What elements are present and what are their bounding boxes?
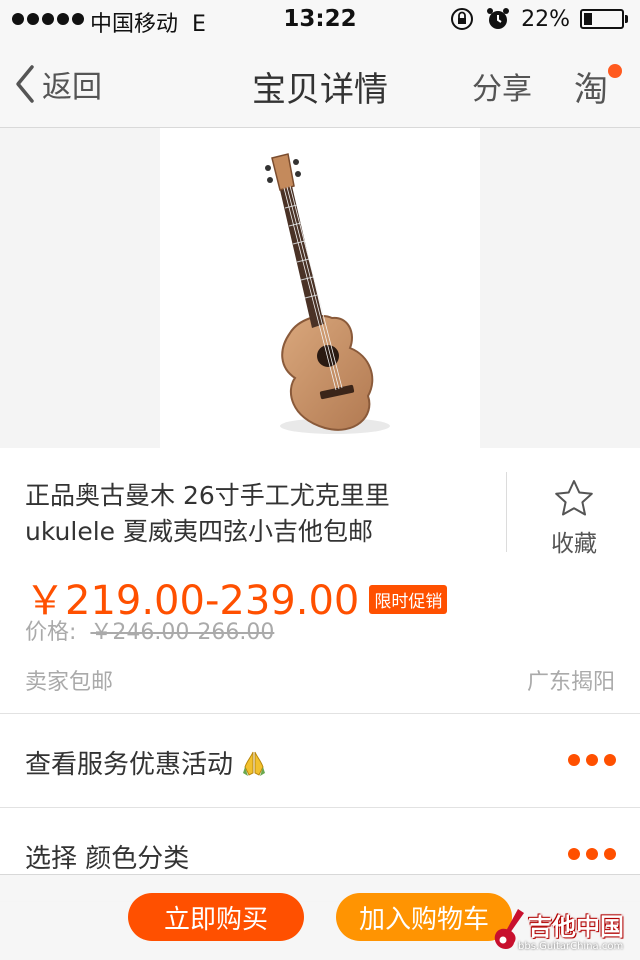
- select-color-label: 选择 颜色分类: [25, 844, 190, 874]
- original-price-row: 价格: ￥246.00-266.00: [25, 614, 274, 646]
- site-watermark: 吉他中国 bbs.GuitarChina.com: [488, 905, 638, 960]
- product-title-line1: 正品奥古曼木 26寸手工尤克里里: [25, 481, 390, 510]
- praying-hands-icon: [243, 751, 266, 776]
- services-promotions-row[interactable]: 查看服务优惠活动: [0, 714, 640, 808]
- favorite-button[interactable]: 收藏: [508, 478, 640, 558]
- product-info: 正品奥古曼木 26寸手工尤克里里 ukulele 夏威夷四弦小吉他包邮 收藏 ￥…: [0, 448, 640, 714]
- share-button[interactable]: 分享: [472, 64, 532, 108]
- watermark-title: 吉他中国: [528, 913, 624, 941]
- star-icon: [555, 480, 593, 516]
- taobao-icon: 淘: [574, 70, 608, 110]
- seller-location: 广东揭阳: [526, 670, 615, 695]
- add-to-cart-button[interactable]: 加入购物车: [336, 893, 512, 941]
- more-icon: [568, 848, 616, 860]
- favorite-label: 收藏: [551, 531, 597, 557]
- product-image[interactable]: [160, 128, 480, 448]
- original-price-label: 价格:: [25, 620, 77, 645]
- rotation-lock-icon: [451, 8, 474, 30]
- more-icon: [568, 754, 616, 766]
- alarm-clock-icon: [487, 8, 510, 29]
- battery-icon: [580, 9, 628, 29]
- battery-percent: 22%: [521, 6, 570, 32]
- product-title-line2: ukulele 夏威夷四弦小吉他包邮: [25, 517, 373, 546]
- divider: [506, 472, 507, 552]
- product-title: 正品奥古曼木 26寸手工尤克里里 ukulele 夏威夷四弦小吉他包邮: [25, 478, 495, 550]
- ukulele-image: [265, 153, 390, 434]
- watermark-url: bbs.GuitarChina.com: [518, 941, 624, 952]
- shipping-info: 卖家包邮: [25, 670, 114, 695]
- promo-badge: 限时促销: [369, 584, 448, 614]
- bottom-action-bar: 立即购买 加入购物车 吉他中国 bbs.GuitarChina.com: [0, 874, 640, 960]
- notification-dot: [608, 64, 622, 78]
- product-image-area: [0, 128, 640, 448]
- navigation-bar: 返回 宝贝详情 分享 淘: [0, 40, 640, 128]
- services-label: 查看服务优惠活动: [25, 750, 234, 780]
- status-bar: 中国移动 E 13:22 22%: [0, 0, 640, 40]
- buy-now-button[interactable]: 立即购买: [128, 893, 304, 941]
- page-title: 宝贝详情: [252, 70, 388, 110]
- taobao-home-button[interactable]: 淘: [574, 62, 624, 110]
- original-price: ￥246.00-266.00: [90, 620, 275, 645]
